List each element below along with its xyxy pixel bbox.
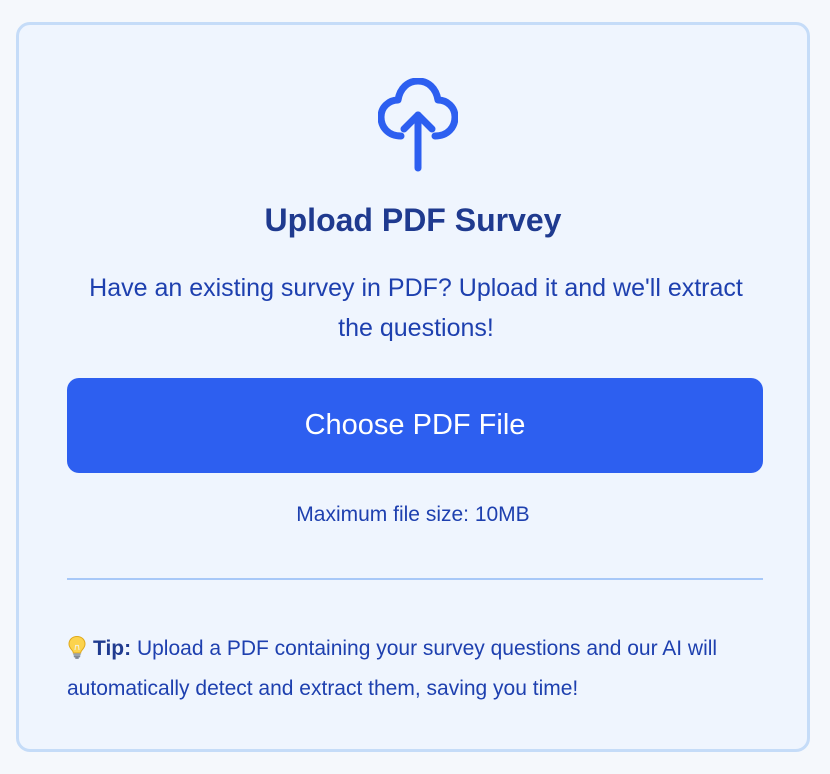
tip-label: Tip:: [93, 637, 132, 660]
upload-description: Have an existing survey in PDF? Upload i…: [89, 274, 743, 342]
tip-box: Tip: Upload a PDF containing your survey…: [67, 629, 767, 709]
cloud-upload-icon: [378, 78, 458, 172]
divider: [67, 578, 763, 580]
page-title: Upload PDF Survey: [264, 202, 562, 238]
upload-card: Upload PDF Survey Have an existing surve…: [16, 22, 810, 752]
choose-pdf-file-button[interactable]: Choose PDF File: [67, 378, 763, 473]
lightbulb-icon: [68, 635, 86, 659]
tip-text: Upload a PDF containing your survey ques…: [67, 637, 718, 700]
max-file-size-note: Maximum file size: 10MB: [296, 503, 530, 526]
